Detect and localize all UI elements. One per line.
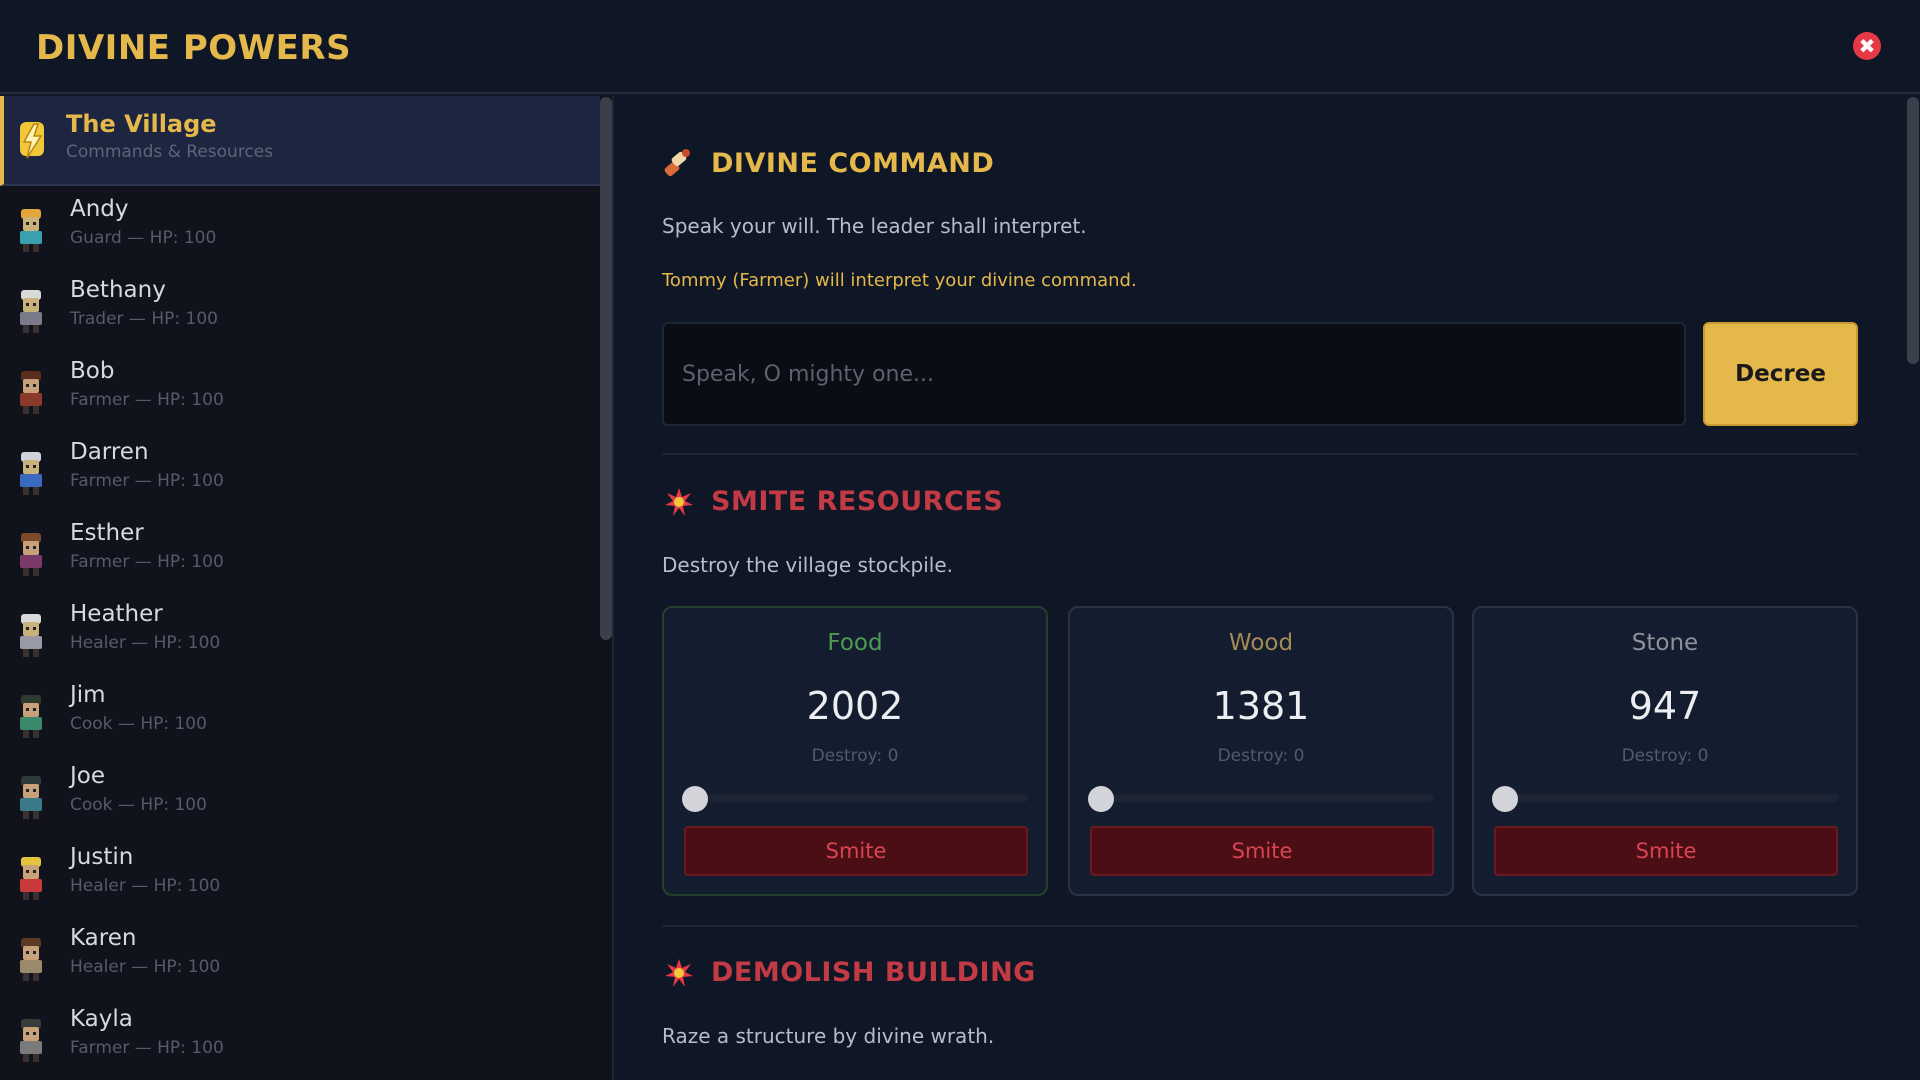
main-scrollbar[interactable] [1907,97,1919,364]
villager-info: Farmer — HP: 100 [70,552,224,572]
main-panel [614,96,1920,1080]
villager-info: Farmer — HP: 100 [70,390,224,410]
villager-info: Farmer — HP: 100 [70,1038,224,1058]
scroll-icon [664,149,690,177]
smite-button[interactable]: Smite [1090,826,1434,876]
villager-avatar-icon [20,857,42,900]
divine-command-title: DIVINE COMMAND [711,148,995,179]
villager-avatar-icon [20,695,42,738]
villager-avatar-icon [20,533,42,576]
villager-name: Jim [70,682,106,708]
villager-avatar-icon [20,452,42,495]
smite-button[interactable]: Smite [1494,826,1838,876]
sidebar-item-villager[interactable]: Andy Guard — HP: 100 [0,188,600,269]
resource-name: Wood [1228,630,1294,656]
villager-info: Farmer — HP: 100 [70,471,224,491]
villager-name: Esther [70,520,144,546]
villager-info: Cook — HP: 100 [70,714,207,734]
villager-name: Bethany [70,277,166,303]
villager-avatar-icon [20,938,42,981]
destroy-slider-thumb[interactable] [1088,786,1114,812]
villager-avatar-icon [20,290,42,333]
villager-avatar-icon [20,614,42,657]
village-name: The Village [66,110,217,138]
section-divider [662,925,1858,927]
demolish-building-description: Raze a structure by divine wrath. [662,1024,995,1048]
villager-avatar-icon [20,371,42,414]
sidebar-item-villager[interactable]: Karen Healer — HP: 100 [0,917,600,998]
villager-name: Heather [70,601,163,627]
header-bar: DIVINE POWERS ✖ [0,0,1920,94]
smite-button[interactable]: Smite [684,826,1028,876]
resource-card-food: Food 2002 Destroy: 0 Smite [662,606,1048,896]
sidebar-item-village[interactable]: The Village Commands & Resources [0,96,600,186]
lightning-icon [20,122,44,159]
villager-name: Bob [70,358,115,384]
divine-command-description: Speak your will. The leader shall interp… [662,214,1087,238]
interpreter-note: Tommy (Farmer) will interpret your divin… [662,270,1137,291]
resource-card-stone: Stone 947 Destroy: 0 Smite [1472,606,1858,896]
villager-name: Karen [70,925,137,951]
villager-avatar-icon [20,776,42,819]
sidebar-item-villager[interactable]: Heather Healer — HP: 100 [0,593,600,674]
villager-name: Kayla [70,1006,133,1032]
demolish-building-title: DEMOLISH BUILDING [711,957,1036,988]
villager-info: Guard — HP: 100 [70,228,217,248]
resource-value: 1381 [1212,684,1310,728]
destroy-slider-track[interactable] [1090,794,1434,802]
resource-value: 947 [1628,684,1702,728]
villager-avatar-icon [20,209,42,252]
villager-info: Healer — HP: 100 [70,633,221,653]
explosion-icon [665,488,693,516]
sidebar-item-villager[interactable]: Justin Healer — HP: 100 [0,836,600,917]
sidebar-item-villager[interactable]: Bethany Trader — HP: 100 [0,269,600,350]
destroy-slider-track[interactable] [684,794,1028,802]
destroy-slider-thumb[interactable] [1492,786,1518,812]
command-input[interactable] [662,322,1686,426]
smite-resources-title: SMITE RESOURCES [711,486,1004,517]
resource-value: 2002 [806,684,904,728]
village-subtitle: Commands & Resources [66,142,274,162]
destroy-amount: Destroy: 0 [1621,746,1709,766]
page-title: DIVINE POWERS [36,28,352,68]
destroy-slider-track[interactable] [1494,794,1838,802]
resource-name: Food [827,630,883,656]
villager-info: Trader — HP: 100 [70,309,218,329]
villager-name: Joe [70,763,106,789]
explosion-icon [665,959,693,987]
villager-info: Healer — HP: 100 [70,957,221,977]
villager-avatar-icon [20,1019,42,1062]
destroy-amount: Destroy: 0 [1217,746,1305,766]
section-divider [662,453,1858,455]
sidebar-item-villager[interactable]: Esther Farmer — HP: 100 [0,512,600,593]
sidebar-item-villager[interactable]: Bob Farmer — HP: 100 [0,350,600,431]
sidebar-scrollbar[interactable] [600,97,612,640]
sidebar-item-villager[interactable]: Joe Cook — HP: 100 [0,755,600,836]
destroy-amount: Destroy: 0 [811,746,899,766]
villager-info: Healer — HP: 100 [70,876,221,896]
sidebar-item-villager[interactable]: Darren Farmer — HP: 100 [0,431,600,512]
resource-card-wood: Wood 1381 Destroy: 0 Smite [1068,606,1454,896]
resource-name: Stone [1631,630,1699,656]
sidebar-item-villager[interactable]: Kayla Farmer — HP: 100 [0,998,600,1079]
villager-name: Justin [70,844,134,870]
decree-button[interactable]: Decree [1703,322,1858,426]
close-button[interactable]: ✖ [1853,32,1881,60]
destroy-slider-thumb[interactable] [682,786,708,812]
villager-info: Cook — HP: 100 [70,795,207,815]
smite-resources-description: Destroy the village stockpile. [662,553,954,577]
villager-name: Darren [70,439,149,465]
villager-name: Andy [70,196,129,222]
sidebar-item-villager[interactable]: Jim Cook — HP: 100 [0,674,600,755]
